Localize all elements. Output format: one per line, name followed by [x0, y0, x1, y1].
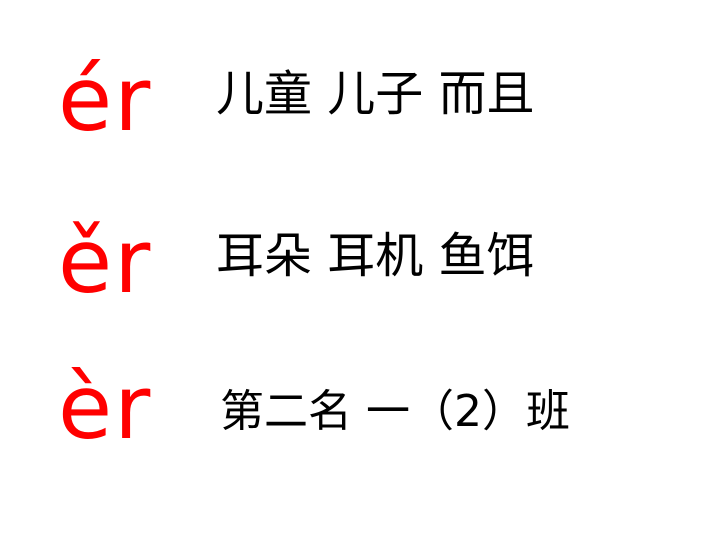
pinyin-er-third-tone: ěr	[58, 210, 153, 313]
pinyin-er-fourth-tone: èr	[58, 356, 153, 459]
example-words-er3: 耳朵 耳机 鱼饵	[216, 228, 535, 284]
example-words-er4: 第二名 一（2）班	[220, 386, 570, 437]
syllable-row-er4: èr 第二名 一（2）班	[0, 352, 720, 502]
pinyin-er-second-tone: ér	[58, 48, 153, 151]
syllable-row-er3: ěr 耳朵 耳机 鱼饵	[0, 200, 720, 350]
example-words-er2: 儿童 儿子 而且	[216, 66, 535, 122]
syllable-row-er2: ér 儿童 儿子 而且	[0, 40, 720, 190]
